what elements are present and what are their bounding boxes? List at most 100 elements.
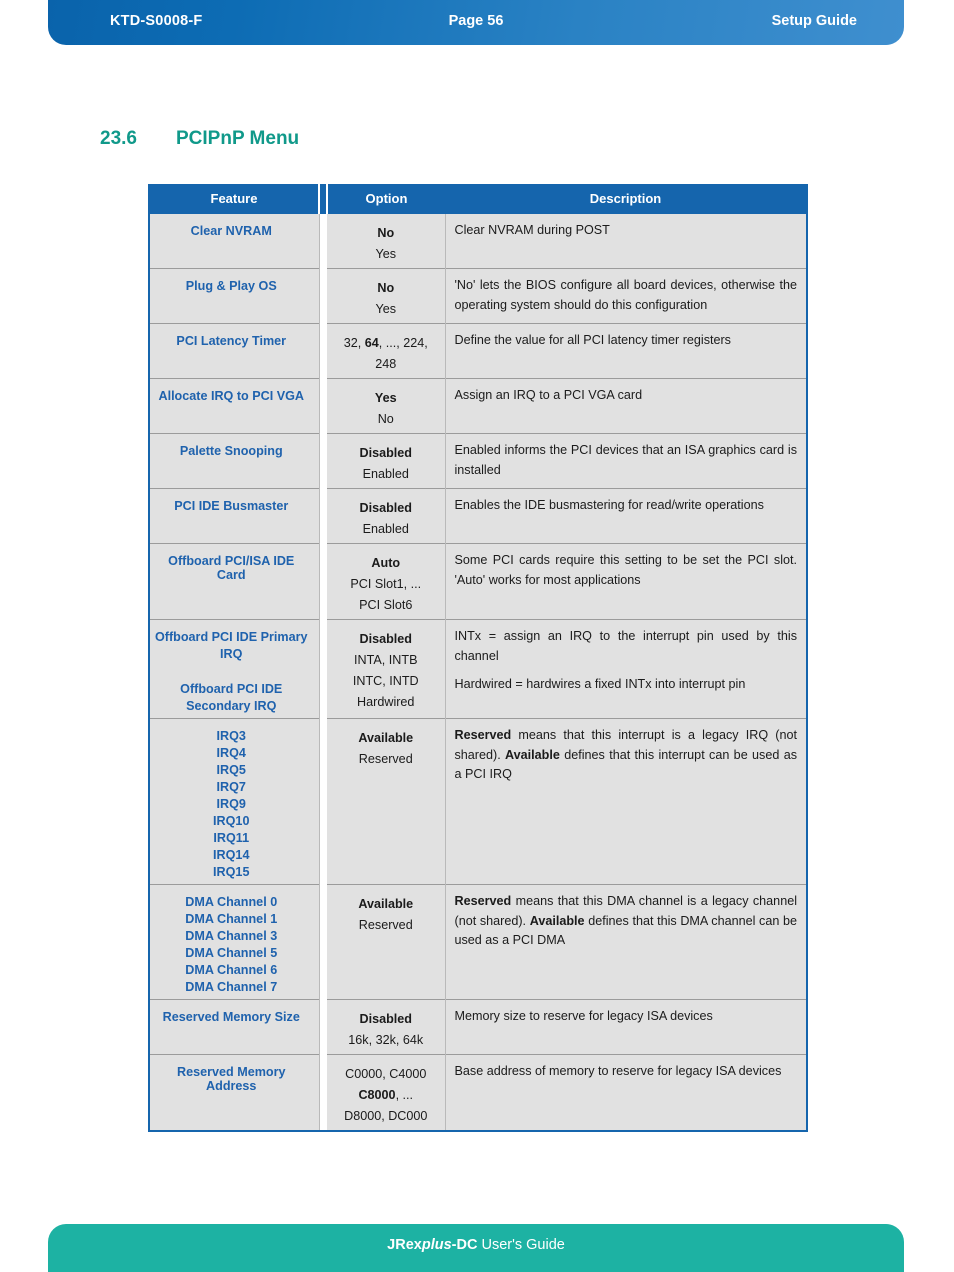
option-value: Enabled — [362, 466, 409, 481]
table-row: Palette Snooping Disabled Enabled Enabled i… — [149, 433, 807, 489]
option-cell: Disabled Enabled — [327, 433, 446, 489]
feature-label: Reserved Memory Size — [162, 1009, 300, 1024]
option-default: Disabled — [359, 1011, 413, 1026]
column-header-option: Option — [326, 184, 445, 214]
description-paragraph: Base address of memory to reserve for le… — [454, 1064, 782, 1078]
table-row: PCI Latency Timer 32, 64, ..., 224, 248 Def… — [149, 323, 807, 379]
column-spacer — [319, 433, 327, 489]
table-row: DMA Channel 0 DMA Channel 1 DMA Channel 3 D… — [149, 884, 807, 1000]
description-cell: Clear NVRAM during POST — [445, 214, 807, 269]
option-cell: Yes No — [327, 378, 446, 434]
table-row: Plug & Play OS No Yes 'No' lets the BIOS co… — [149, 268, 807, 324]
feature-label: Secondary IRQ — [186, 698, 277, 713]
description-cell: Assign an IRQ to a PCI VGA card — [445, 378, 807, 434]
description-paragraph: Reserved means that this interrupt is a … — [454, 728, 798, 782]
feature-label: DMA Channel 7 — [185, 979, 278, 994]
option-value: Yes — [375, 301, 397, 316]
feature-label: Palette Snooping — [179, 443, 283, 458]
description-paragraph: Clear NVRAM during POST — [454, 223, 610, 237]
feature-label: DMA Channel 5 — [185, 945, 278, 960]
option-value: Hardwired — [357, 694, 415, 709]
option-cell: Disabled INTA, INTB INTC, INTD Hardwired — [327, 619, 446, 719]
table-row: IRQ3 IRQ4 IRQ5 IRQ7 IRQ9 IRQ10 IRQ11 IRQ14 IRQ15… — [149, 718, 807, 885]
feature-label: IRQ3 — [216, 728, 246, 743]
option-value: PCI Slot1, ... — [350, 576, 422, 591]
option-value: No — [377, 411, 394, 426]
option-value: 16k, 32k, 64k — [348, 1032, 424, 1047]
feature-label: IRQ14 — [213, 847, 250, 862]
column-spacer — [319, 488, 327, 544]
description-cell: Base address of memory to reserve for le… — [445, 1054, 807, 1131]
feature-cell: Reserved Memory Address — [149, 1054, 320, 1131]
feature-label: IRQ11 — [213, 830, 250, 845]
option-value: 32, 64, ..., 224, — [343, 335, 428, 350]
description-cell: Memory size to reserve for legacy ISA de… — [445, 999, 807, 1055]
feature-cell: Clear NVRAM — [149, 214, 320, 269]
table-row: Reserved Memory Address C0000, C4000 C8000… — [149, 1054, 807, 1131]
feature-cell: Plug & Play OS — [149, 268, 320, 324]
column-spacer — [319, 268, 327, 324]
feature-label: DMA Channel 6 — [185, 962, 278, 977]
footer-brand-suffix: -DC — [451, 1237, 478, 1253]
footer-brand-plus: plus — [421, 1237, 452, 1253]
option-cell: Auto PCI Slot1, ... PCI Slot6 — [327, 543, 446, 620]
header-guide-label: Setup Guide — [771, 13, 857, 29]
feature-label: IRQ7 — [216, 779, 246, 794]
description-paragraph: Define the value for all PCI latency tim… — [454, 333, 731, 347]
feature-label: PCI Latency Timer — [176, 333, 287, 348]
option-value: Yes — [375, 246, 397, 261]
table-row: Offboard PCI/ISA IDE Card Auto PCI Slot1, … — [149, 543, 807, 620]
table-body: Clear NVRAM No Yes Clear NVRAM during POST P… — [149, 214, 807, 1131]
description-paragraph: 'No' lets the BIOS configure all board d… — [454, 278, 798, 312]
option-default: Available — [358, 730, 414, 745]
table-row: PCI IDE Busmaster Disabled Enabled Enables … — [149, 488, 807, 544]
table-row: Offboard PCI IDE Primary IRQ Offboard PCI … — [149, 619, 807, 719]
option-default: Available — [358, 896, 414, 911]
option-default: No — [377, 225, 395, 240]
feature-label: PCI IDE Busmaster — [174, 498, 289, 513]
column-spacer — [319, 1054, 327, 1131]
feature-line-spacer — [154, 662, 309, 680]
feature-cell: Offboard PCI/ISA IDE Card — [149, 543, 320, 620]
pcipnp-settings-table: Feature Option Description Clear NVRAM No… — [148, 184, 808, 1132]
option-cell: Disabled 16k, 32k, 64k — [327, 999, 446, 1055]
option-default: Disabled — [359, 445, 413, 460]
column-spacer — [319, 718, 327, 885]
option-default: Disabled — [359, 500, 413, 515]
option-default: Yes — [374, 390, 397, 405]
description-cell: Reserved means that this interrupt is a … — [445, 718, 807, 885]
option-cell: Available Reserved — [327, 884, 446, 1000]
pcipnp-settings-table-wrapper: Feature Option Description Clear NVRAM No… — [148, 184, 808, 1132]
table-header: Feature Option Description — [149, 184, 807, 214]
option-cell: No Yes — [327, 214, 446, 269]
description-paragraph: INTx = assign an IRQ to the interrupt pi… — [454, 629, 798, 663]
option-value: INTC, INTD — [352, 673, 419, 688]
feature-cell: Offboard PCI IDE Primary IRQ Offboard PCI … — [149, 619, 320, 719]
description-paragraph: Memory size to reserve for legacy ISA de… — [454, 1009, 713, 1023]
option-value: C8000, ... — [358, 1087, 414, 1102]
feature-label: DMA Channel 1 — [185, 911, 278, 926]
footer-title: JRexplus-DC User's Guide — [48, 1237, 904, 1253]
option-value: Enabled — [362, 521, 409, 536]
option-value: PCI Slot6 — [359, 597, 413, 612]
footer-brand-primary: JRex — [387, 1237, 422, 1253]
column-spacer — [319, 619, 327, 719]
option-cell: No Yes — [327, 268, 446, 324]
feature-cell: PCI Latency Timer — [149, 323, 320, 379]
option-value: C0000, C4000 — [345, 1066, 427, 1081]
feature-cell: Palette Snooping — [149, 433, 320, 489]
feature-label: IRQ — [220, 646, 243, 661]
option-value: D8000, DC000 — [344, 1108, 428, 1123]
section-heading: 23.6 PCIPnP Menu — [100, 128, 299, 150]
description-paragraph: Enables the IDE busmastering for read/wr… — [454, 498, 764, 512]
feature-label: DMA Channel 3 — [185, 928, 278, 943]
column-spacer — [319, 214, 327, 269]
option-default: Auto — [371, 555, 401, 570]
feature-label: DMA Channel 0 — [185, 894, 278, 909]
option-cell: Available Reserved — [327, 718, 446, 885]
column-header-feature: Feature — [149, 184, 320, 214]
column-spacer — [319, 378, 327, 434]
option-cell: C0000, C4000 C8000, ... D8000, DC000 — [327, 1054, 446, 1131]
feature-cell: Reserved Memory Size — [149, 999, 320, 1055]
feature-label: Clear NVRAM — [190, 223, 272, 238]
